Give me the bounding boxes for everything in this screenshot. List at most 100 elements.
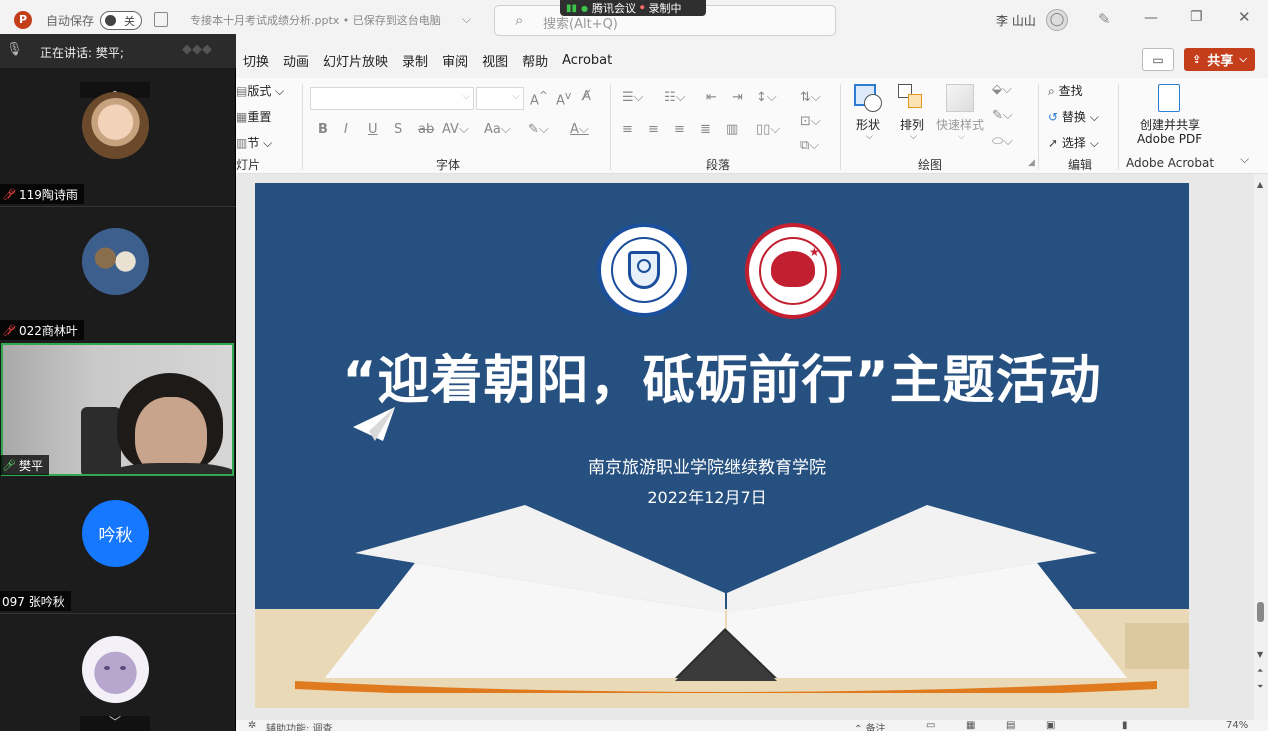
increase-indent-icon[interactable]: ⇥	[732, 90, 743, 105]
toggle-knob	[105, 15, 116, 26]
arrange-button[interactable]: 排列 ⌵	[896, 82, 932, 142]
font-name-select[interactable]: ⌵	[310, 87, 474, 110]
notes-button[interactable]: ⌃ 备注	[854, 720, 886, 731]
ribbon: ▤版式 ⌵ ▦重置 ▥节 ⌵ 灯片 ⌵ ⌵ A^ Av A̸ B I U S a…	[236, 78, 1268, 174]
user-avatar[interactable]: ◯	[1046, 9, 1068, 31]
slide[interactable]: ★ “迎着朝阳，砥砺前行”主题活动 南京旅游职业学院继续教育学院 2022年12…	[255, 183, 1189, 708]
scroll-down-arrow-icon[interactable]: ▼	[1257, 650, 1263, 659]
underline-icon[interactable]: U	[368, 122, 378, 137]
reset-button[interactable]: ▦重置	[236, 108, 271, 125]
minimize-icon[interactable]: —	[1144, 10, 1158, 26]
zoom-slider[interactable]: ▮	[1122, 720, 1128, 731]
strikethrough-icon[interactable]: ab	[418, 122, 434, 137]
align-text-icon[interactable]: ⊡⌵	[800, 114, 821, 129]
highlight-icon[interactable]: ✎⌵	[528, 122, 549, 137]
tab-help[interactable]: 帮助	[522, 51, 548, 70]
mic-muted-icon: 🎤︎̸	[2, 323, 16, 337]
clear-format-icon[interactable]: A̸	[582, 89, 591, 104]
shadow-icon[interactable]: S	[394, 122, 402, 137]
participant-name: 119陶诗雨	[18, 187, 78, 202]
italic-icon[interactable]: I	[344, 122, 348, 137]
replace-button[interactable]: ↺ 替换 ⌵	[1048, 108, 1099, 125]
align-center-icon[interactable]: ≡	[648, 122, 659, 137]
tab-transitions[interactable]: 切换	[243, 51, 269, 70]
font-size-select[interactable]: ⌵	[476, 87, 524, 110]
next-slide-icon[interactable]: ⏷	[1257, 682, 1263, 692]
char-spacing-icon[interactable]: AV⌵	[442, 122, 469, 137]
tab-animations[interactable]: 动画	[283, 51, 309, 70]
pen-icon[interactable]: ✎	[1098, 10, 1111, 28]
avatar-initials: 吟秋	[98, 526, 133, 546]
restore-icon[interactable]: ❐	[1190, 9, 1203, 25]
section-button[interactable]: ▥节 ⌵	[236, 134, 272, 151]
scrollbar-thumb[interactable]	[1257, 602, 1264, 622]
bullets-icon[interactable]: ☰⌵	[622, 90, 644, 105]
scroll-down-button[interactable]: ﹀	[80, 716, 150, 731]
create-pdf-button[interactable]: 创建并共享 Adobe PDF	[1132, 82, 1208, 146]
text-direction-icon[interactable]: ⇅⌵	[800, 90, 821, 105]
chevron-down-icon: ⌵	[512, 91, 520, 102]
microphone-icon: 🎙︎	[6, 42, 23, 57]
tab-record[interactable]: 录制	[402, 51, 428, 70]
shapes-button[interactable]: 形状 ⌵	[852, 82, 888, 142]
dialog-launcher-icon[interactable]: ◢	[1028, 158, 1035, 168]
user-name[interactable]: 李 山山	[996, 12, 1036, 29]
record-icon: ⏺	[640, 3, 645, 13]
tab-review[interactable]: 审阅	[442, 51, 468, 70]
document-title[interactable]: 专接本十月考试成绩分析.pptx • 已保存到这台电脑	[190, 12, 441, 28]
chevron-down-icon[interactable]: ⌵	[462, 12, 471, 27]
reading-view-icon[interactable]: ▤	[1006, 720, 1015, 731]
vertical-scrollbar[interactable]: ▲ ▼ ⏶ ⏷	[1254, 174, 1268, 720]
previous-slide-icon[interactable]: ⏶	[1257, 666, 1263, 676]
accessibility-status[interactable]: 辅助功能: 调查	[266, 720, 333, 731]
numbering-icon[interactable]: ☷⌵	[664, 90, 686, 105]
tab-slideshow[interactable]: 幻灯片放映	[323, 51, 388, 70]
pdf-icon	[1158, 84, 1180, 112]
columns-icon[interactable]: ▯▯⌵	[756, 122, 780, 137]
quick-styles-button[interactable]: 快速样式 ⌵	[936, 82, 986, 142]
align-left-icon[interactable]: ≡	[622, 122, 633, 137]
collapse-ribbon-icon[interactable]: ⌵	[1240, 152, 1249, 167]
justify-icon[interactable]: ≣	[700, 122, 711, 137]
meeting-recording-pill[interactable]: ▮▮ ● 腾讯会议 ⏺ 录制中	[560, 0, 706, 16]
change-case-icon[interactable]: Aa⌵	[484, 122, 511, 137]
tab-acrobat[interactable]: Acrobat	[562, 53, 612, 68]
align-right-icon[interactable]: ≡	[674, 122, 685, 137]
shape-outline-icon[interactable]: ✎⌵	[992, 108, 1013, 123]
speaking-label: 正在讲话: 樊平;	[40, 46, 124, 60]
school-logo-icon	[597, 223, 691, 317]
autosave-toggle[interactable]: 关	[100, 11, 142, 30]
chevron-down-icon: ⌵	[866, 132, 873, 142]
line-spacing-icon[interactable]: ↕⌵	[756, 90, 777, 105]
shape-fill-icon[interactable]: ⬙⌵	[992, 82, 1012, 97]
zoom-level[interactable]: 74%	[1226, 720, 1248, 731]
scroll-up-arrow-icon[interactable]: ▲	[1257, 180, 1263, 189]
slideshow-view-icon[interactable]: ▣	[1046, 720, 1055, 731]
logo-flower	[637, 259, 651, 273]
smartart-icon[interactable]: ⧉⌵	[800, 138, 819, 153]
bold-icon[interactable]: B	[318, 122, 328, 137]
distribute-icon[interactable]: ▥	[726, 122, 738, 137]
normal-view-icon[interactable]: ▭	[926, 720, 935, 731]
quick-styles-icon	[946, 84, 974, 112]
slide-sorter-icon[interactable]: ▦	[966, 720, 975, 731]
participant-avatar: 吟秋	[82, 500, 149, 567]
close-icon[interactable]: ✕	[1238, 8, 1251, 26]
decrease-indent-icon[interactable]: ⇤	[706, 90, 717, 105]
tab-view[interactable]: 视图	[482, 51, 508, 70]
shape-effects-icon[interactable]: ⬭⌵	[992, 134, 1013, 149]
share-button[interactable]: ⇪ 共享 ⌵	[1184, 48, 1255, 71]
accessibility-icon[interactable]: ✲	[248, 720, 256, 731]
participant-avatar	[82, 92, 149, 159]
select-button[interactable]: ➚ 选择 ⌵	[1048, 134, 1099, 151]
chevron-down-icon: ⌵	[910, 132, 917, 142]
divider	[1118, 84, 1119, 170]
layout-button[interactable]: ▤版式 ⌵	[236, 82, 284, 99]
font-color-icon[interactable]: A⌵	[570, 122, 589, 137]
find-button[interactable]: ⌕ 查找	[1048, 82, 1083, 99]
save-icon[interactable]	[154, 12, 168, 27]
font-grow-icon[interactable]: A^	[530, 89, 548, 108]
font-shrink-icon[interactable]: Av	[556, 89, 571, 108]
comments-button[interactable]: ▭	[1142, 48, 1174, 71]
participant-avatar	[82, 636, 149, 703]
